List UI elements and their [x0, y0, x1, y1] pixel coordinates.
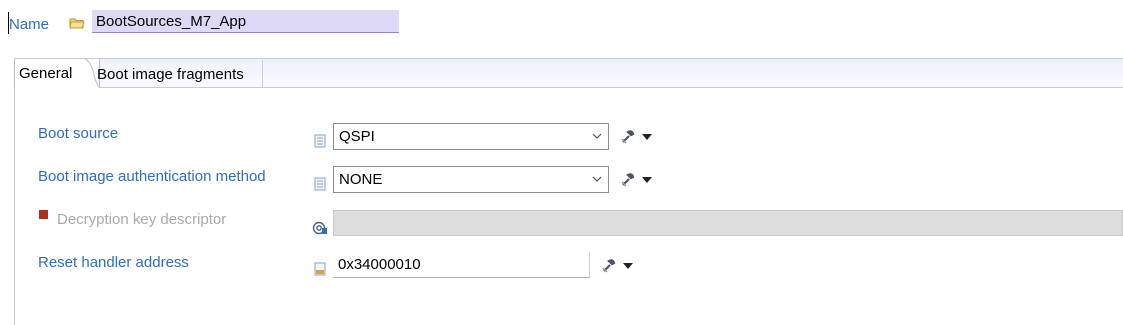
at-icon	[312, 221, 327, 235]
tab-divider	[262, 60, 263, 87]
boot-source-label: Boot source	[38, 125, 119, 142]
error-marker-icon	[39, 210, 48, 219]
folder-icon	[69, 18, 85, 29]
panel-border	[14, 88, 15, 325]
name-field[interactable]: BootSources_M7_App	[92, 10, 399, 33]
auth-method-value: NONE	[339, 171, 383, 188]
decryption-key-field	[333, 210, 1123, 236]
wrench-icon[interactable]	[620, 172, 636, 188]
boot-source-select[interactable]: QSPI	[333, 123, 609, 150]
chevron-down-icon	[592, 133, 602, 139]
hex-icon	[314, 262, 326, 276]
reset-handler-input[interactable]: 0x34000010	[333, 252, 590, 278]
auth-method-label: Boot image authentication method	[38, 168, 266, 185]
decryption-key-label: Decryption key descriptor	[57, 211, 227, 228]
document-icon	[314, 177, 326, 191]
chevron-down-icon	[592, 176, 602, 182]
tab-boot-image-fragments[interactable]: Boot image fragments	[97, 66, 244, 83]
boot-source-value: QSPI	[339, 128, 375, 145]
wrench-icon[interactable]	[620, 129, 636, 145]
auth-method-select[interactable]: NONE	[333, 166, 609, 193]
dropdown-arrow-icon[interactable]	[642, 177, 652, 183]
wrench-icon[interactable]	[601, 258, 617, 274]
reset-handler-label: Reset handler address	[38, 254, 189, 271]
document-icon	[314, 134, 326, 148]
name-label: Name	[9, 16, 50, 33]
dropdown-arrow-icon[interactable]	[623, 263, 633, 269]
dropdown-arrow-icon[interactable]	[642, 134, 652, 140]
